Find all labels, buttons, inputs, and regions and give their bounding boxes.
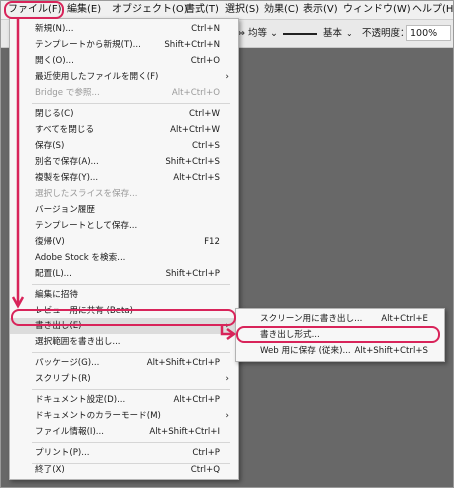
annotation-arrows <box>11 19 237 341</box>
